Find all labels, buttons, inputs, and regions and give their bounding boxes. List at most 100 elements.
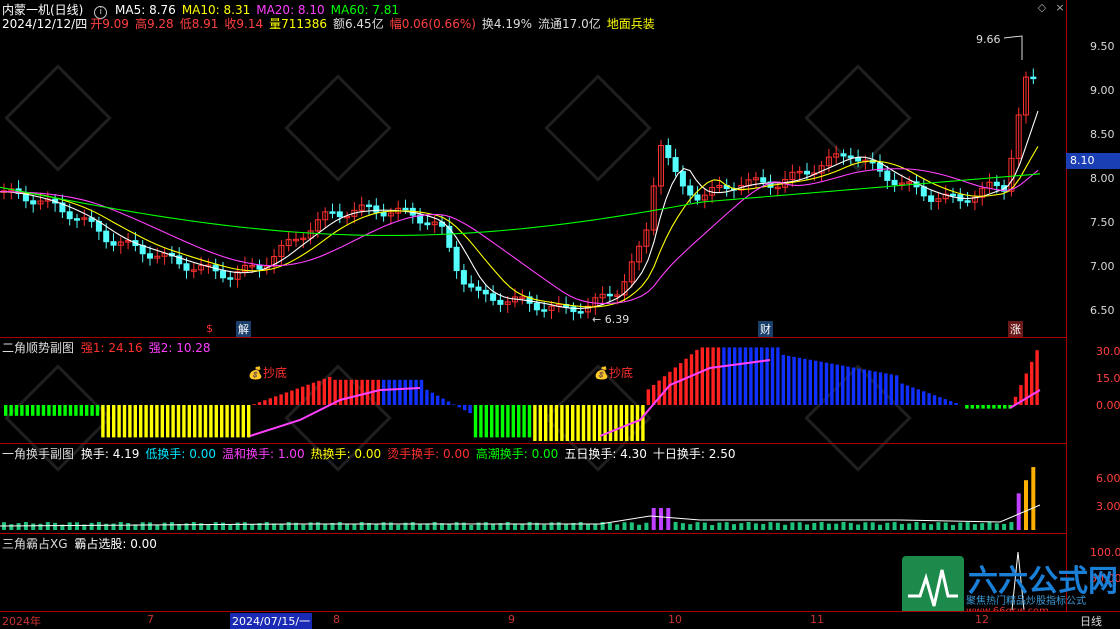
panel2-value: 强2: 10.28 xyxy=(149,341,211,355)
turnover-bar xyxy=(995,523,999,530)
candle-body xyxy=(31,201,36,204)
quote-value: 地面兵装 xyxy=(607,17,655,31)
bottom-signal-label: 抄底 xyxy=(609,366,633,380)
candle-body xyxy=(848,156,853,158)
turnover-bar xyxy=(433,522,437,530)
panel2-bar xyxy=(269,398,272,405)
turnover-bar xyxy=(119,522,123,530)
high-price-label: 9.66 xyxy=(976,33,1001,46)
turnover-bar xyxy=(141,522,145,530)
panel2-bar xyxy=(420,380,423,405)
turnover-bar xyxy=(126,523,130,530)
panel2-bar xyxy=(890,374,893,405)
turnover-bar xyxy=(739,523,743,530)
panel2-bar xyxy=(560,405,563,441)
panel2-bar xyxy=(123,405,126,437)
panel2-bar xyxy=(976,405,979,409)
quote-values: 开9.09高9.28低8.91收9.14量711386额6.45亿幅0.06(0… xyxy=(90,17,661,31)
time-axis-label: 8 xyxy=(333,613,340,626)
candle-body xyxy=(695,195,700,200)
site-logo-icon xyxy=(902,556,964,618)
panel2-bar xyxy=(279,394,282,405)
panel2-bar xyxy=(85,405,88,416)
panel2-bar xyxy=(987,405,990,409)
panel2-bar xyxy=(614,405,617,441)
turnover-bar xyxy=(104,524,108,530)
turnover-bar xyxy=(345,524,349,530)
event-marker-rise[interactable]: 涨 xyxy=(1008,321,1023,337)
panel2-bar xyxy=(204,405,207,437)
event-marker-finance[interactable]: 财 xyxy=(758,321,773,337)
price-axis-label: 6.50 xyxy=(1090,304,1115,317)
panel2-bar xyxy=(803,359,806,405)
turnover-bar xyxy=(623,522,627,530)
event-marker-dividend[interactable]: $ xyxy=(206,322,213,335)
panel3-value: 低换手: 0.00 xyxy=(145,447,216,461)
panel2-values: 强1: 24.16强2: 10.28 xyxy=(81,341,217,355)
candle-body xyxy=(542,310,547,312)
chart-canvas[interactable] xyxy=(0,0,1066,611)
panel2-bar xyxy=(42,405,45,416)
axis-separator xyxy=(1066,0,1067,611)
diamond-icon[interactable]: ◇ xyxy=(1036,2,1048,14)
turnover-bar xyxy=(842,522,846,530)
panel2-bar xyxy=(933,395,936,405)
quote-value: 开9.09 xyxy=(90,17,129,31)
panel2-bar xyxy=(47,405,50,416)
panel2-bar xyxy=(776,347,779,405)
panel2-bar xyxy=(787,356,790,405)
panel2-bar xyxy=(274,396,277,405)
turnover-bar xyxy=(769,522,773,530)
price-axis-label: 7.00 xyxy=(1090,260,1115,273)
panel2-bar xyxy=(501,405,504,437)
turnover-bar xyxy=(936,522,940,530)
candle-body xyxy=(337,212,342,217)
turnover-bar xyxy=(528,522,532,530)
panel2-bar xyxy=(998,405,1001,409)
candle-body xyxy=(483,290,488,294)
panel2-bar xyxy=(101,405,104,437)
candle-body xyxy=(228,278,233,280)
panel2-bar xyxy=(447,401,450,405)
panel2-bar xyxy=(657,381,660,405)
panel2-bar xyxy=(857,368,860,405)
panel2-bar xyxy=(782,355,785,405)
turnover-bar xyxy=(776,523,780,530)
candle-body xyxy=(1031,77,1036,79)
panel2-bar xyxy=(674,367,677,405)
panel2-bar xyxy=(744,347,747,405)
turnover-bar xyxy=(170,522,174,530)
panel2-bar xyxy=(225,405,228,437)
panel2-bar xyxy=(20,405,23,416)
panel2-bar xyxy=(706,347,709,405)
turnover-bar xyxy=(279,524,283,530)
turnover-bar xyxy=(39,524,43,530)
quote-value: 换4.19% xyxy=(482,17,532,31)
panel2-bar xyxy=(144,405,147,437)
panel2-bar xyxy=(139,405,142,437)
turnover-bar xyxy=(148,522,152,530)
panel2-bar xyxy=(566,405,569,441)
panel2-bar xyxy=(593,405,596,441)
turnover-bar xyxy=(484,522,488,530)
panel2-bar xyxy=(150,405,153,437)
turnover-bar xyxy=(717,523,721,530)
turnover-bar xyxy=(644,523,648,530)
candle-body xyxy=(607,294,612,296)
high-pointer xyxy=(1004,36,1022,60)
price-axis-label: 7.50 xyxy=(1090,216,1115,229)
close-icon[interactable]: × xyxy=(1054,2,1066,14)
panel2-bar xyxy=(528,405,531,437)
event-marker-unlock[interactable]: 解 xyxy=(236,321,251,337)
panel2-bar xyxy=(895,375,898,405)
panel2-bar xyxy=(490,405,493,437)
turnover-bar xyxy=(301,525,305,530)
candle-body xyxy=(367,205,372,207)
panel3-value: 温和换手: 1.00 xyxy=(222,447,305,461)
turnover-bar xyxy=(287,522,291,530)
turnover-bar xyxy=(221,523,225,530)
bottom-signal: 💰抄底 xyxy=(248,364,287,381)
turnover-bar xyxy=(783,525,787,530)
panel2-bar xyxy=(360,380,363,405)
period-selector[interactable]: 日线 xyxy=(1080,613,1102,629)
